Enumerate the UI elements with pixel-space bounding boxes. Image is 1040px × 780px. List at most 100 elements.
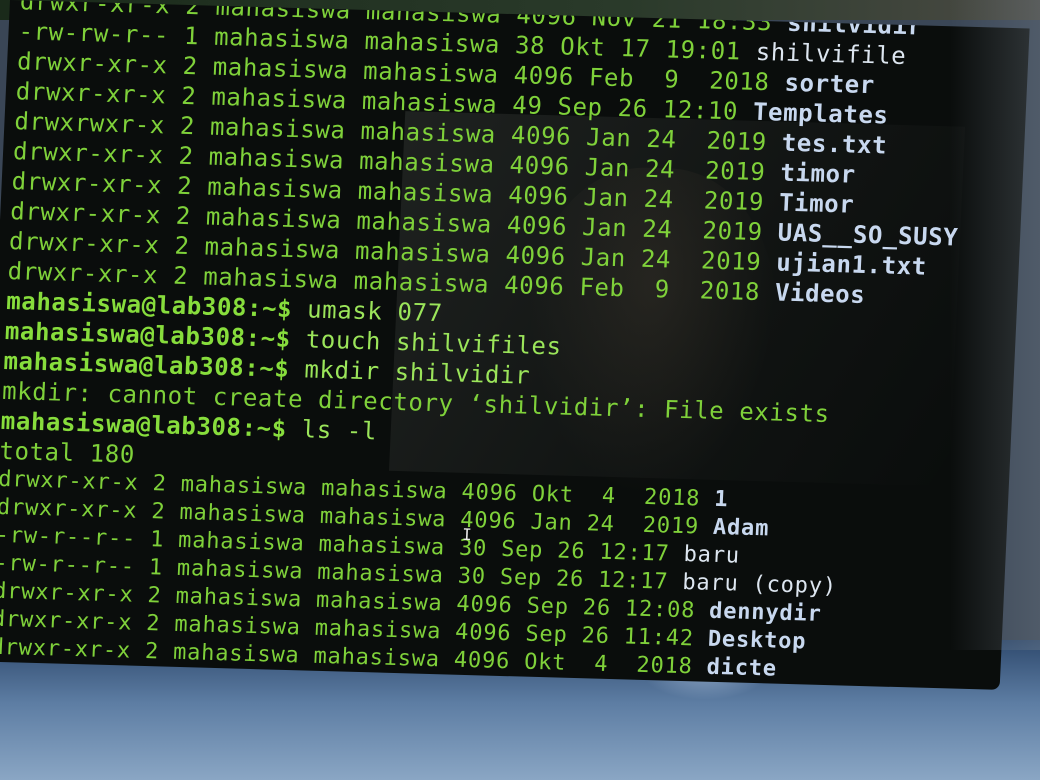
- group-field: mahasiswa: [364, 26, 501, 59]
- links-field: 2: [173, 231, 191, 261]
- group-field: mahasiswa: [316, 559, 445, 589]
- filename-field: baru: [683, 542, 741, 569]
- owner-field: mahasiswa: [210, 82, 348, 115]
- size-field: 4096: [453, 647, 511, 675]
- perms-field: drwxr-xr-x: [8, 227, 161, 260]
- perms-field: -rw-rw-r--: [17, 17, 170, 50]
- size-field: 4096: [509, 151, 571, 181]
- size-field: 30: [457, 563, 487, 590]
- owner-field: mahasiswa: [175, 583, 303, 613]
- size-field: 4096: [460, 479, 519, 507]
- group-field: mahasiswa: [320, 475, 449, 505]
- total-line-text: total 180: [0, 436, 136, 469]
- filename-field: sorter: [783, 68, 876, 100]
- perms-field: drwxr-xr-x: [0, 606, 133, 636]
- date-field: Jan 24 2019: [584, 153, 767, 187]
- group-field: mahasiswa: [319, 503, 447, 533]
- filename-field: dennydir: [708, 598, 823, 627]
- owner-field: mahasiswa: [213, 22, 351, 55]
- filename-field: Adam: [712, 514, 770, 542]
- size-field: 4096: [503, 270, 566, 301]
- size-field: 49: [511, 91, 544, 120]
- links-field: 1: [148, 555, 164, 581]
- filename-field: dicte: [706, 654, 778, 682]
- perms-field: drwxr-xr-x: [0, 466, 140, 496]
- owner-field: mahasiswa: [206, 172, 344, 205]
- group-field: mahasiswa: [362, 56, 500, 89]
- date-field: Okt 17 19:01: [559, 32, 742, 66]
- date-field: Jan 24 2019: [529, 509, 700, 540]
- perms-field: drwxr-xr-x: [0, 634, 132, 664]
- size-field: 4096: [454, 619, 512, 647]
- perms-field: -rw-r--r--: [0, 550, 136, 580]
- owner-field: mahasiswa: [212, 52, 349, 85]
- command-text: ls -l: [301, 415, 378, 446]
- size-field: 4096: [506, 210, 568, 241]
- links-field: 2: [145, 611, 161, 637]
- date-field: Sep 26 12:10: [556, 92, 739, 126]
- date-field: Jan 24 2019: [581, 213, 764, 247]
- links-field: 2: [152, 471, 168, 497]
- owner-field: mahasiswa: [180, 471, 308, 501]
- date-field: Jan 24 2019: [580, 243, 762, 277]
- links-field: 2: [178, 141, 195, 171]
- links-field: 2: [150, 499, 167, 525]
- links-field: 2: [182, 51, 199, 81]
- links-field: 2: [176, 171, 193, 201]
- filename-field: timor: [779, 158, 857, 189]
- glare-reflection: [950, 0, 1040, 650]
- owner-field: mahasiswa: [172, 639, 301, 669]
- owner-field: mahasiswa: [204, 232, 341, 265]
- group-field: mahasiswa: [358, 146, 496, 179]
- date-field: Sep 26 11:42: [524, 621, 695, 652]
- filename-field: baru (copy): [681, 570, 838, 600]
- group-field: mahasiswa: [354, 236, 492, 269]
- group-field: mahasiswa: [359, 116, 497, 149]
- date-field: Okt 4 2018: [531, 481, 701, 512]
- size-field: 4096: [513, 61, 575, 91]
- perms-field: drwxrwxr-x: [13, 107, 166, 140]
- links-field: 2: [147, 583, 163, 609]
- group-field: mahasiswa: [357, 176, 494, 209]
- terminal-window[interactable]: drwxr-xr-x 2 mahasiswa mahasiswa 4096 No…: [0, 0, 1030, 690]
- group-field: mahasiswa: [314, 615, 442, 645]
- filename-field: shilvifile: [755, 37, 907, 71]
- group-field: mahasiswa: [361, 86, 498, 119]
- filename-field: UAS__SO_SUSY: [777, 218, 959, 252]
- perms-field: drwxr-xr-x: [9, 197, 162, 230]
- date-field: Sep 26 12:17: [499, 564, 669, 595]
- links-field: 1: [183, 21, 200, 51]
- date-field: Sep 26 12:08: [526, 593, 696, 624]
- links-field: 2: [144, 639, 160, 665]
- group-field: mahasiswa: [318, 531, 446, 561]
- owner-field: mahasiswa: [176, 555, 304, 585]
- links-field: 2: [179, 111, 196, 141]
- links-field: 1: [149, 527, 165, 553]
- terminal-output: drwxr-xr-x 2 mahasiswa mahasiswa 4096 No…: [0, 0, 968, 690]
- owner-field: mahasiswa: [205, 202, 343, 235]
- perms-field: drwxr-xr-x: [12, 137, 165, 170]
- date-field: Jan 24 2019: [582, 183, 765, 217]
- perms-field: -rw-r--r--: [0, 522, 137, 552]
- date-field: Sep 26 12:17: [500, 536, 671, 567]
- perms-field: drwxr-xr-x: [11, 167, 163, 200]
- group-field: mahasiswa: [355, 206, 493, 239]
- filename-field: ujian1.txt: [775, 248, 928, 281]
- date-field: Feb 9 2018: [578, 273, 761, 307]
- owner-field: mahasiswa: [177, 527, 306, 557]
- links-field: 2: [175, 201, 192, 231]
- text-cursor-icon: I: [461, 524, 473, 545]
- size-field: 38: [514, 31, 546, 60]
- filename-field: tes.txt: [781, 128, 888, 160]
- perms-field: drwxr-xr-x: [7, 257, 159, 290]
- filename-field: Desktop: [707, 626, 807, 655]
- group-field: mahasiswa: [315, 587, 444, 617]
- group-field: mahasiswa: [353, 266, 490, 299]
- size-field: 4096: [455, 591, 514, 619]
- links-field: 2: [172, 261, 189, 291]
- filename-field: Timor: [778, 188, 855, 219]
- owner-field: mahasiswa: [209, 112, 347, 145]
- date-field: Okt 4 2018: [523, 649, 694, 680]
- perms-field: drwxr-xr-x: [0, 494, 138, 524]
- date-field: Feb 9 2018: [588, 63, 771, 97]
